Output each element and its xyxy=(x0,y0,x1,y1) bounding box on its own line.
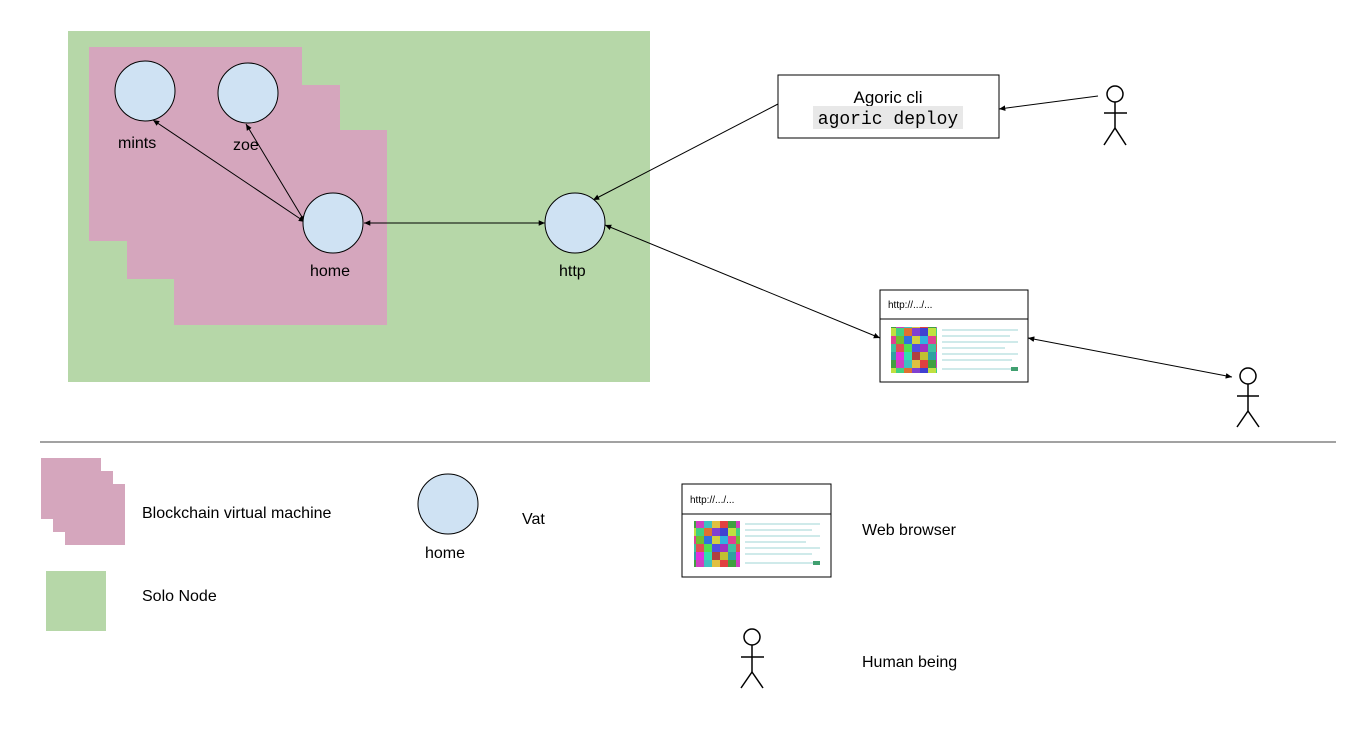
human-figure-2 xyxy=(1236,367,1260,428)
legend-web-browser-label: Web browser xyxy=(862,522,957,539)
vat-zoe-label: zoe xyxy=(233,137,259,154)
legend-blockchain-vm-swatch xyxy=(41,458,125,545)
arrow-user-cli xyxy=(998,95,1099,111)
legend-vat-circle xyxy=(417,473,479,535)
vat-home-label: home xyxy=(310,263,350,280)
legend-browser-icon: http://.../... xyxy=(681,483,832,578)
web-browser-diagram: http://.../... xyxy=(879,289,1029,383)
cli-title: Agoric cli xyxy=(854,88,923,107)
arrow-browser-user xyxy=(1027,336,1233,379)
human-figure-1 xyxy=(1103,85,1127,146)
legend: Blockchain virtual machine Solo Node hom… xyxy=(41,458,957,689)
cli-command: agoric deploy xyxy=(818,110,959,130)
browser-url: http://.../... xyxy=(888,300,932,311)
legend-blockchain-vm-label: Blockchain virtual machine xyxy=(142,505,332,522)
legend-browser-url: http://.../... xyxy=(690,495,734,506)
browser-thumbnail-image xyxy=(891,327,937,373)
legend-human-figure xyxy=(740,628,764,689)
legend-human-being-label: Human being xyxy=(862,654,957,671)
vat-http-label: http xyxy=(559,263,586,280)
legend-solo-node-label: Solo Node xyxy=(142,588,217,605)
legend-solo-node-swatch xyxy=(46,571,106,631)
legend-vat-label: Vat xyxy=(522,511,545,528)
legend-vat-circle-label: home xyxy=(425,545,465,562)
agoric-cli-box: Agoric cli agoric deploy xyxy=(777,74,1000,139)
architecture-diagram: mints zoe home http Agoric cli agoric de… xyxy=(40,31,1336,689)
vat-mints-label: mints xyxy=(118,135,156,152)
